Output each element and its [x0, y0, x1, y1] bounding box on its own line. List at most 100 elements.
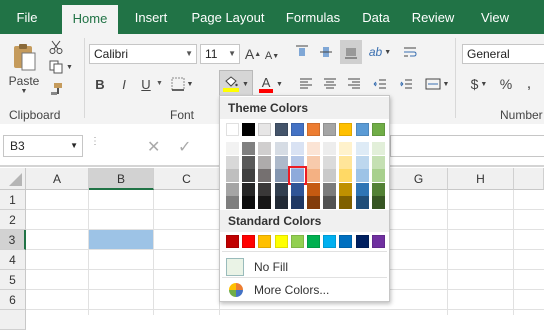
theme-shade-swatch[interactable] — [290, 142, 304, 155]
standard-color-swatch[interactable] — [323, 235, 337, 248]
tab-insert[interactable]: Insert — [127, 0, 175, 34]
theme-color-swatch[interactable] — [274, 123, 288, 136]
tab-formulas[interactable]: Formulas — [280, 0, 346, 34]
enter-icon[interactable]: ✓ — [178, 137, 191, 157]
middle-align-button[interactable] — [316, 42, 336, 62]
paste-button[interactable]: Paste ▼ — [6, 38, 42, 98]
cancel-icon[interactable]: ✕ — [147, 137, 160, 157]
standard-color-swatch[interactable] — [371, 235, 385, 248]
select-all-corner[interactable] — [0, 168, 26, 190]
formula-input[interactable] — [390, 135, 544, 157]
align-left-button[interactable] — [296, 74, 316, 94]
top-align-button[interactable] — [292, 42, 312, 62]
theme-shade-swatch[interactable] — [307, 142, 320, 155]
theme-shade-swatch[interactable] — [226, 196, 239, 209]
theme-shade-swatch[interactable] — [226, 169, 239, 182]
bottom-align-button[interactable] — [340, 40, 362, 64]
cut-button[interactable] — [46, 38, 66, 56]
theme-shade-swatch[interactable] — [371, 155, 385, 169]
theme-shade-swatch[interactable] — [242, 142, 256, 155]
standard-color-swatch[interactable] — [274, 235, 288, 248]
theme-shade-swatch[interactable] — [323, 142, 337, 155]
wrap-text-button[interactable] — [400, 42, 420, 62]
row-header-7[interactable] — [0, 310, 26, 330]
theme-shade-swatch[interactable] — [307, 182, 320, 196]
standard-color-swatch[interactable] — [355, 235, 369, 248]
theme-shade-swatch[interactable] — [258, 182, 272, 196]
theme-shade-swatch[interactable] — [226, 142, 239, 155]
theme-shade-swatch[interactable] — [355, 169, 369, 182]
theme-shade-swatch[interactable] — [242, 182, 256, 196]
column-header-c[interactable]: C — [154, 168, 220, 190]
no-fill-item[interactable]: No Fill — [222, 255, 387, 279]
decrease-font-size-button[interactable]: A ▼ — [264, 46, 280, 66]
standard-color-swatch[interactable] — [290, 235, 304, 248]
row-header-5[interactable]: 5 — [0, 270, 26, 290]
column-header-g[interactable]: G — [390, 168, 448, 190]
standard-color-swatch[interactable] — [258, 235, 272, 248]
theme-shade-swatch[interactable] — [242, 155, 256, 169]
standard-color-swatch[interactable] — [339, 235, 353, 248]
theme-color-swatch[interactable] — [226, 123, 239, 136]
theme-shade-swatch[interactable] — [339, 196, 353, 209]
standard-color-swatch[interactable] — [226, 235, 239, 248]
theme-color-swatch[interactable] — [307, 123, 320, 136]
theme-color-swatch[interactable] — [323, 123, 337, 136]
theme-shade-swatch[interactable] — [290, 182, 304, 196]
format-painter-button[interactable] — [46, 80, 66, 98]
decrease-indent-button[interactable] — [370, 74, 390, 94]
theme-shade-swatch[interactable] — [307, 169, 320, 182]
tab-home[interactable]: Home — [62, 5, 118, 34]
number-format-combo[interactable]: General — [462, 44, 544, 64]
theme-shade-swatch[interactable] — [258, 155, 272, 169]
theme-shade-swatch[interactable] — [290, 155, 304, 169]
theme-shade-swatch[interactable] — [339, 182, 353, 196]
tab-review[interactable]: Review — [406, 0, 460, 34]
theme-shade-swatch[interactable] — [355, 196, 369, 209]
tab-file[interactable]: File — [8, 0, 46, 34]
theme-shade-swatch[interactable] — [355, 155, 369, 169]
theme-shade-swatch[interactable] — [371, 142, 385, 155]
theme-shade-swatch[interactable] — [274, 155, 288, 169]
row-header-6[interactable]: 6 — [0, 290, 26, 310]
theme-shade-swatch[interactable] — [371, 169, 385, 182]
copy-button[interactable]: ▼ — [46, 58, 76, 76]
theme-shade-swatch[interactable] — [355, 182, 369, 196]
theme-color-swatch[interactable] — [339, 123, 353, 136]
theme-shade-swatch[interactable] — [323, 155, 337, 169]
accounting-format-button[interactable]: $ ▼ — [466, 74, 492, 94]
theme-shade-swatch[interactable] — [371, 196, 385, 209]
comma-style-button[interactable]: , — [522, 74, 536, 94]
row-header-4[interactable]: 4 — [0, 250, 26, 270]
theme-shade-swatch[interactable] — [339, 142, 353, 155]
row-header-2[interactable]: 2 — [0, 210, 26, 230]
percent-style-button[interactable]: % — [498, 74, 514, 94]
align-right-button[interactable] — [344, 74, 364, 94]
theme-shade-swatch[interactable] — [258, 142, 272, 155]
column-header-b[interactable]: B — [89, 168, 154, 190]
theme-shade-swatch[interactable] — [226, 182, 239, 196]
theme-shade-swatch[interactable] — [290, 196, 304, 209]
increase-indent-button[interactable] — [396, 74, 416, 94]
theme-shade-swatch[interactable] — [323, 196, 337, 209]
theme-shade-swatch[interactable] — [258, 196, 272, 209]
theme-shade-swatch[interactable] — [371, 182, 385, 196]
italic-button[interactable]: I — [116, 74, 132, 94]
font-color-button[interactable]: A ▼ — [257, 72, 285, 96]
theme-color-swatch[interactable] — [242, 123, 256, 136]
more-colors-item[interactable]: More Colors... — [222, 278, 387, 302]
increase-font-size-button[interactable]: A ▲ — [245, 44, 261, 64]
orientation-button[interactable]: ab ▼ — [366, 42, 394, 62]
theme-shade-swatch[interactable] — [274, 182, 288, 196]
merge-center-button[interactable]: ▼ — [422, 74, 452, 94]
name-box[interactable]: B3 ▼ — [3, 135, 83, 157]
theme-shade-swatch[interactable] — [323, 182, 337, 196]
borders-button[interactable]: ▼ — [170, 74, 194, 94]
theme-shade-swatch-selected[interactable] — [287, 166, 307, 185]
theme-shade-swatch[interactable] — [274, 196, 288, 209]
theme-color-swatch[interactable] — [371, 123, 385, 136]
theme-color-swatch[interactable] — [355, 123, 369, 136]
column-header-next[interactable] — [514, 168, 544, 190]
theme-shade-swatch[interactable] — [258, 169, 272, 182]
theme-shade-swatch[interactable] — [355, 142, 369, 155]
